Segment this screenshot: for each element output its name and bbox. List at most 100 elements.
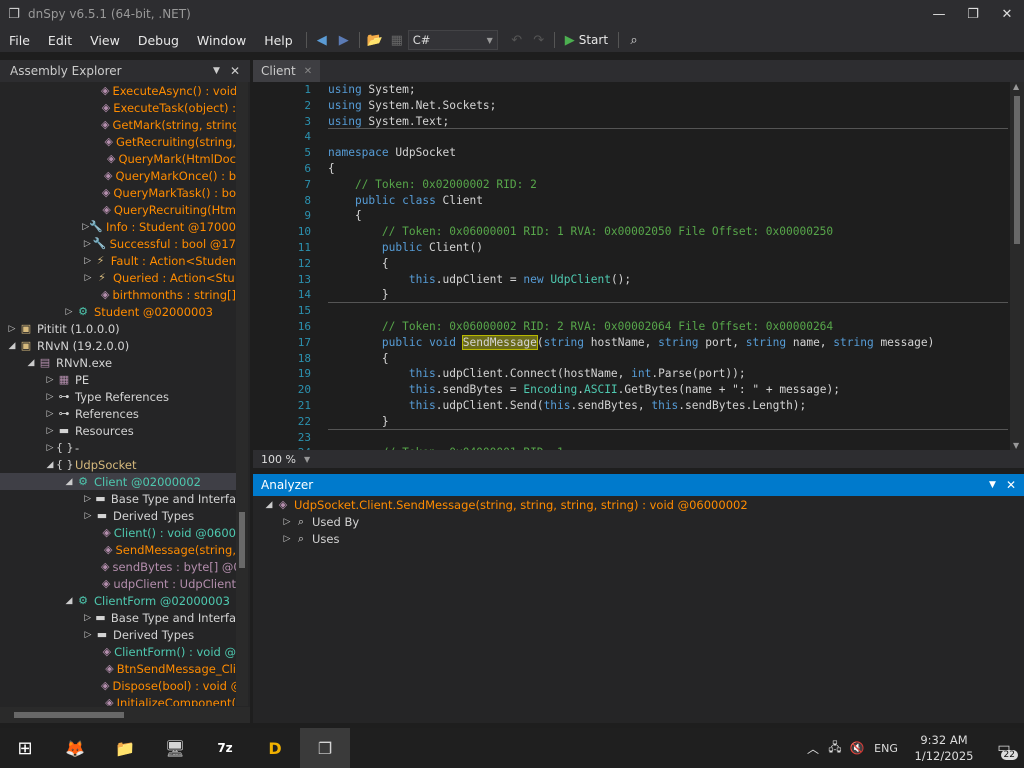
tree-item[interactable]: ◢ ⚙ Client @02000002 bbox=[0, 473, 236, 490]
tree-item[interactable]: ▷ ⚡ Queried : Action<Stu bbox=[0, 269, 236, 286]
tree-item[interactable]: ▷ ▬ Base Type and Interfa bbox=[0, 490, 236, 507]
code-vertical-scrollbar[interactable]: ▲ ▼ bbox=[1010, 82, 1024, 450]
code-line[interactable]: namespace UdpSocket bbox=[328, 145, 1008, 161]
expand-arrow-icon[interactable]: ▷ bbox=[82, 273, 94, 283]
code-line[interactable]: { bbox=[328, 208, 1008, 224]
menu-file[interactable]: File bbox=[0, 33, 39, 48]
expand-arrow-icon[interactable]: ▷ bbox=[82, 256, 93, 266]
file-explorer-icon[interactable]: 📁 bbox=[100, 728, 150, 768]
panel-dropdown-icon[interactable]: ▼ bbox=[213, 66, 220, 76]
scrollbar-thumb[interactable] bbox=[14, 712, 124, 718]
tree-item[interactable]: ◈ QueryRecruiting(Htm bbox=[0, 201, 236, 218]
expand-arrow-icon[interactable]: ◢ bbox=[6, 341, 18, 351]
code-line[interactable]: using System.Net.Sockets; bbox=[328, 98, 1008, 114]
tree-item[interactable]: ◈ birthmonths : string[] bbox=[0, 286, 236, 303]
notification-center-icon[interactable]: ▭ 22 bbox=[984, 728, 1024, 768]
code-line[interactable] bbox=[328, 129, 1008, 145]
expand-arrow-icon[interactable]: ◢ bbox=[44, 460, 56, 470]
zoom-dropdown-icon[interactable]: ▼ bbox=[304, 455, 310, 464]
menu-debug[interactable]: Debug bbox=[129, 33, 188, 48]
tree-item[interactable]: ◈ GetRecruiting(string, bbox=[0, 133, 237, 150]
tree-item[interactable]: ▷ ▬ Derived Types bbox=[0, 626, 236, 643]
tree-item[interactable]: ◈ BtnSendMessage_Cli bbox=[0, 660, 236, 677]
restore-icon[interactable]: ❐ bbox=[956, 0, 990, 28]
menu-view[interactable]: View bbox=[81, 33, 129, 48]
code-line[interactable]: public void SendMessage(string hostName,… bbox=[328, 334, 1008, 351]
expand-arrow-icon[interactable]: ▷ bbox=[82, 630, 94, 640]
scroll-down-icon[interactable]: ▼ bbox=[1013, 441, 1019, 450]
tree-item[interactable]: ▷ ▣ Pititit (1.0.0.0) bbox=[0, 320, 236, 337]
close-icon[interactable]: ✕ bbox=[990, 0, 1024, 28]
expand-arrow-icon[interactable]: ▷ bbox=[63, 307, 75, 317]
code-line[interactable]: this.udpClient = new UdpClient(); bbox=[328, 272, 1008, 288]
analyzer-root-item[interactable]: ◢ ◈ UdpSocket.Client.SendMessage(string,… bbox=[253, 496, 1024, 513]
tree-horizontal-scrollbar[interactable] bbox=[0, 707, 250, 723]
start-debugging-button[interactable]: ▶ Start bbox=[559, 33, 614, 48]
start-icon[interactable]: ⊞ bbox=[0, 728, 50, 768]
tree-item[interactable]: ▷ ▦ PE bbox=[0, 371, 236, 388]
code-line[interactable]: // Token: 0x06000001 RID: 1 RVA: 0x00002… bbox=[328, 224, 1008, 240]
analyzer-used-by-item[interactable]: ▷ ⌕ Used By bbox=[253, 513, 1024, 530]
tree-item[interactable]: ▷ ⚙ Student @02000003 bbox=[0, 303, 236, 320]
expand-arrow-icon[interactable]: ▷ bbox=[82, 222, 89, 232]
code-line[interactable]: // Token: 0x06000002 RID: 2 RVA: 0x00002… bbox=[328, 319, 1008, 335]
tree-item[interactable]: ◈ Dispose(bool) : void @ bbox=[0, 677, 236, 694]
task-view-icon[interactable]: ❐ bbox=[300, 728, 350, 768]
close-panel-icon[interactable]: ✕ bbox=[1006, 478, 1016, 492]
tree-item[interactable]: ▷ 🔧 Successful : bool @17 bbox=[0, 235, 236, 252]
analyzer-uses-item[interactable]: ▷ ⌕ Uses bbox=[253, 530, 1024, 547]
7zip-icon[interactable]: 7z bbox=[200, 728, 250, 768]
code-line[interactable]: this.udpClient.Connect(hostName, int.Par… bbox=[328, 366, 1008, 382]
expand-arrow-icon[interactable]: ▷ bbox=[281, 534, 293, 544]
tree-item[interactable]: ▷ ▬ Resources bbox=[0, 422, 236, 439]
open-file-icon[interactable]: 📂 bbox=[364, 29, 386, 51]
minimize-icon[interactable]: — bbox=[922, 0, 956, 28]
tree-item[interactable]: ◈ QueryMark(HtmlDoc bbox=[0, 150, 236, 167]
panel-dropdown-icon[interactable]: ▼ bbox=[989, 480, 996, 490]
tree-item[interactable]: ▷ ▬ Base Type and Interfa bbox=[0, 609, 236, 626]
close-panel-icon[interactable]: ✕ bbox=[230, 64, 240, 78]
undo-icon[interactable]: ↶ bbox=[506, 29, 528, 51]
code-line[interactable]: this.udpClient.Send(this.sendBytes, this… bbox=[328, 398, 1008, 414]
tree-item[interactable]: ◈ Client() : void @0600 bbox=[0, 524, 236, 541]
navigate-forward-icon[interactable]: ▶ bbox=[333, 29, 355, 51]
expand-arrow-icon[interactable]: ▷ bbox=[6, 324, 18, 334]
close-tab-icon[interactable]: ✕ bbox=[304, 66, 312, 77]
code-line[interactable]: } bbox=[328, 414, 1008, 430]
menu-window[interactable]: Window bbox=[188, 33, 255, 48]
expand-arrow-icon[interactable]: ◢ bbox=[63, 596, 75, 606]
tree-item[interactable]: ◈ QueryMarkOnce() : b bbox=[0, 167, 236, 184]
expand-arrow-icon[interactable]: ▷ bbox=[44, 392, 56, 402]
navigate-back-icon[interactable]: ◀ bbox=[311, 29, 333, 51]
code-line[interactable]: { bbox=[328, 256, 1008, 272]
volume-muted-icon[interactable]: 🔇 bbox=[846, 741, 868, 755]
code-line[interactable]: public class Client bbox=[328, 193, 1008, 209]
code-line[interactable]: { bbox=[328, 161, 1008, 177]
expand-arrow-icon[interactable]: ▷ bbox=[82, 494, 93, 504]
code-line[interactable]: using System.Text; bbox=[328, 114, 1008, 130]
code-line[interactable]: } bbox=[328, 287, 1008, 304]
tree-item[interactable]: ◈ ClientForm() : void @ bbox=[0, 643, 236, 660]
tree-item[interactable]: ◈ QueryMarkTask() : bo bbox=[0, 184, 236, 201]
chevron-up-icon[interactable]: ︿ bbox=[802, 740, 824, 757]
tree-item[interactable]: ◈ GetMark(string, string bbox=[0, 116, 236, 133]
tab-client[interactable]: Client ✕ bbox=[253, 60, 321, 82]
tree-item[interactable]: ◈ udpClient : UdpClient bbox=[0, 575, 236, 592]
tree-item[interactable]: ▷ 🔧 Info : Student @17000 bbox=[0, 218, 236, 235]
save-all-icon[interactable]: ▦ bbox=[386, 29, 408, 51]
clock[interactable]: 9:32 AM 1/12/2025 bbox=[904, 732, 984, 764]
expand-arrow-icon[interactable]: ▷ bbox=[281, 517, 293, 527]
expand-arrow-icon[interactable]: ▷ bbox=[44, 443, 56, 453]
network-tool-icon[interactable]: 🖥 bbox=[150, 728, 200, 768]
scroll-up-icon[interactable]: ▲ bbox=[1013, 82, 1019, 91]
expand-arrow-icon[interactable]: ▷ bbox=[82, 613, 93, 623]
tree-item[interactable]: ◢ ▤ RNvN.exe bbox=[0, 354, 236, 371]
code-line[interactable]: // Token: 0x02000002 RID: 2 bbox=[328, 177, 1008, 193]
redo-icon[interactable]: ↷ bbox=[528, 29, 550, 51]
input-language[interactable]: ENG bbox=[868, 742, 904, 755]
code-line[interactable]: { bbox=[328, 351, 1008, 367]
code-line[interactable]: this.sendBytes = Encoding.ASCII.GetBytes… bbox=[328, 382, 1008, 398]
expand-arrow-icon[interactable]: ▷ bbox=[82, 511, 94, 521]
expand-arrow-icon[interactable]: ▷ bbox=[44, 375, 56, 385]
tree-item[interactable]: ◈ SendMessage(string, bbox=[0, 541, 236, 558]
